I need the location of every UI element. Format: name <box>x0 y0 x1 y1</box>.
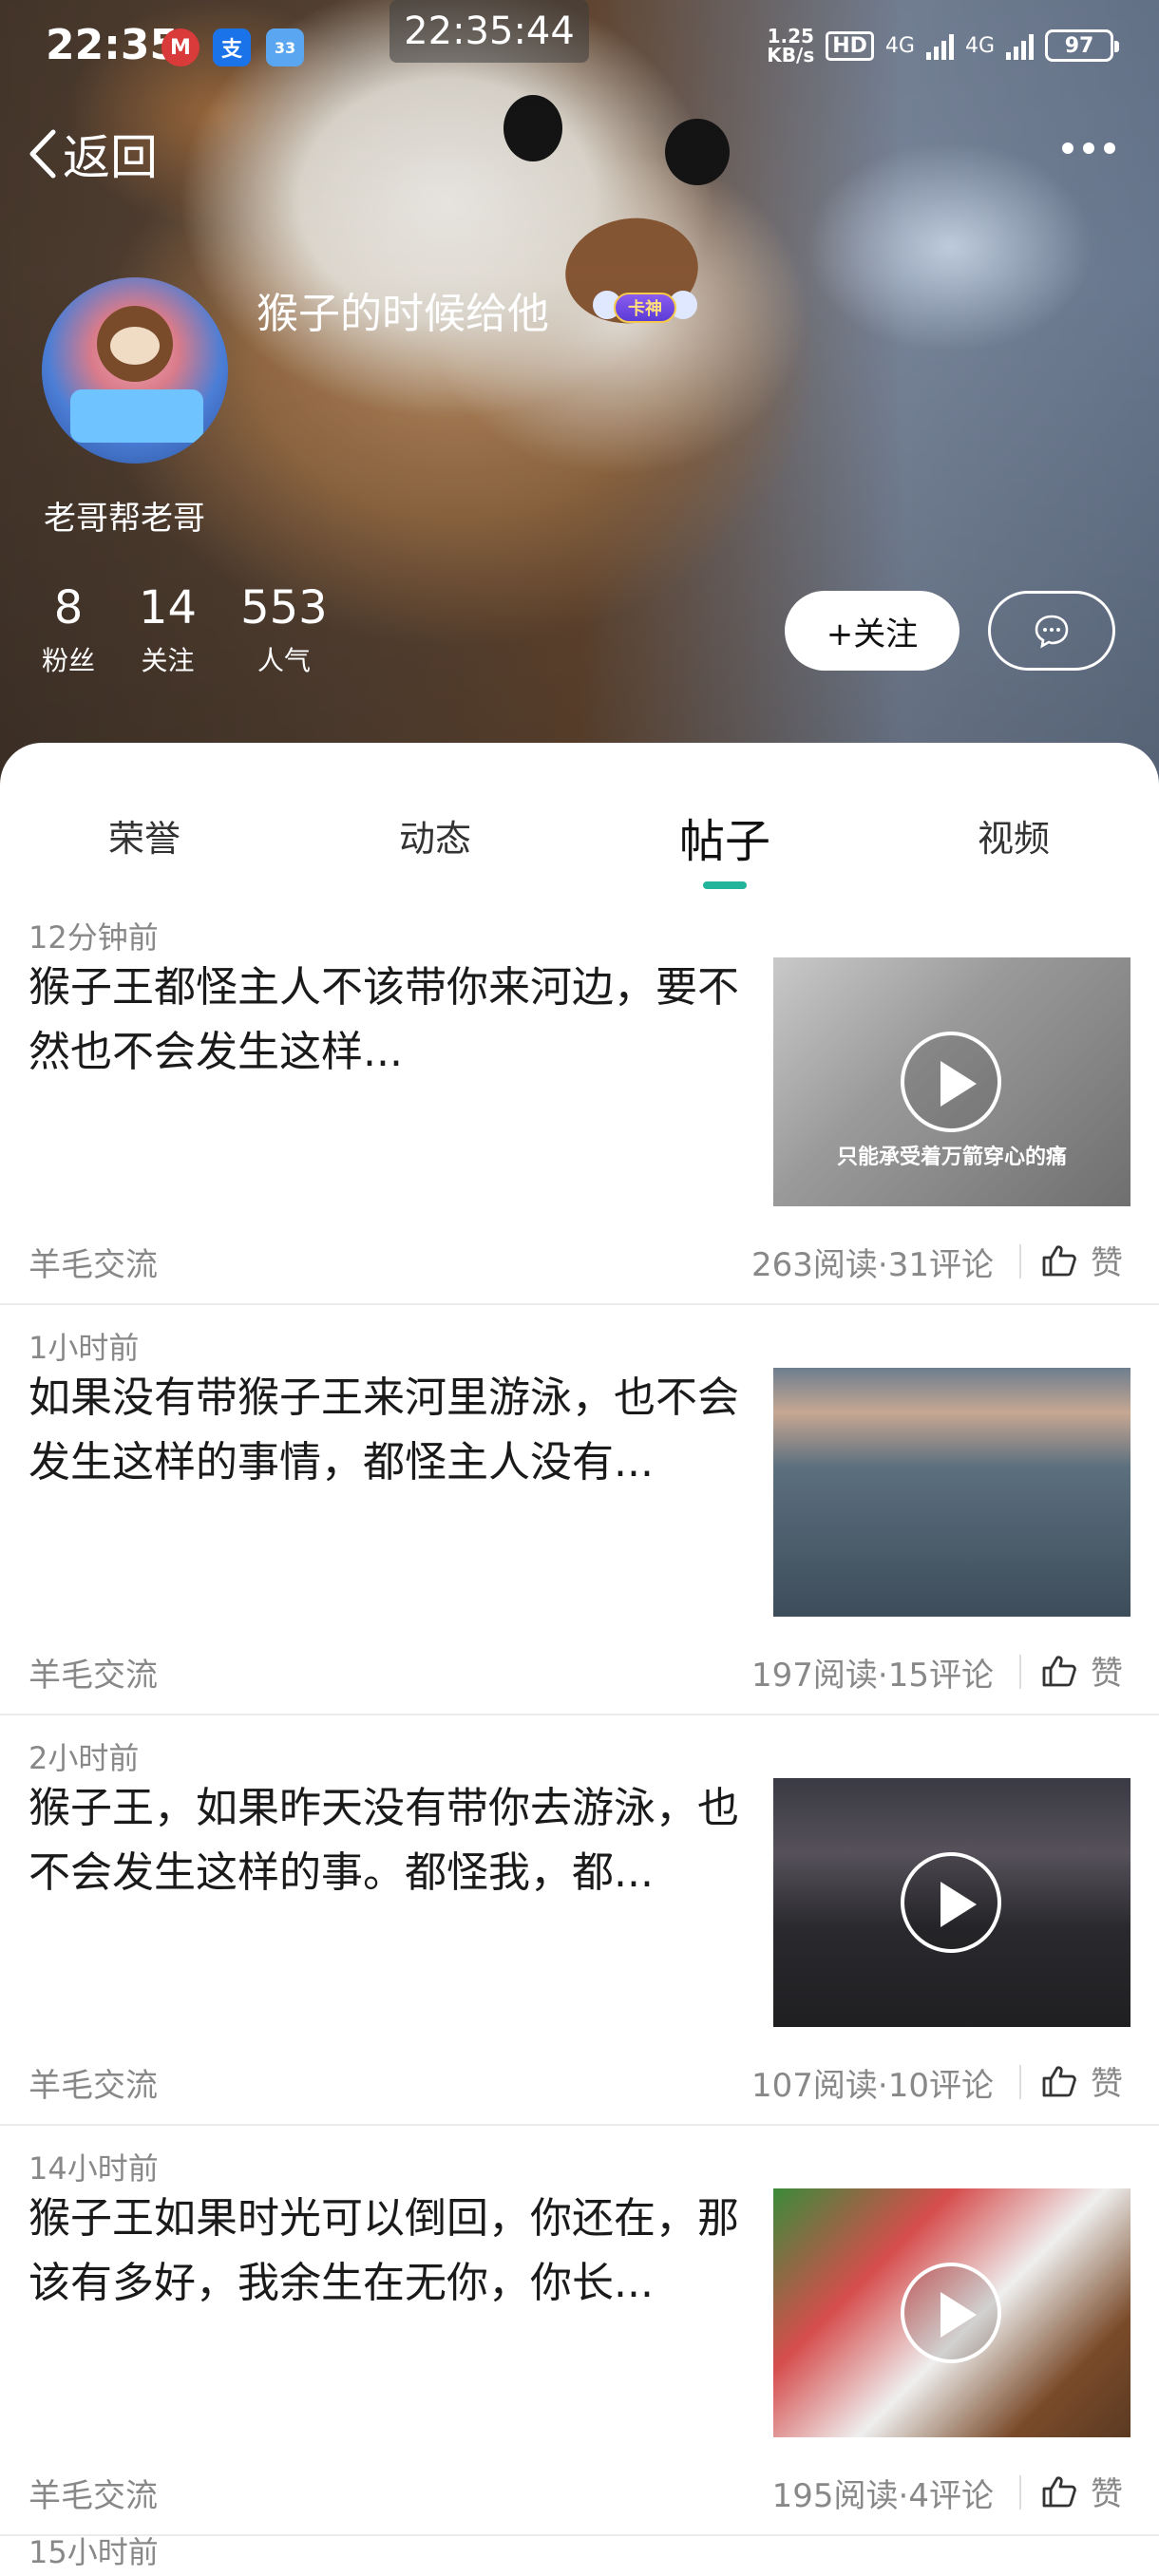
post-thumbnail[interactable]: 只能承受着万箭穿心的痛 <box>773 957 1130 1206</box>
divider <box>1019 1244 1021 1279</box>
system-indicators: 1.25 KB/s HD 4G 4G 97 <box>767 27 1119 65</box>
status-time: 22:35 <box>46 21 180 69</box>
like-button[interactable]: 赞 <box>1041 1237 1123 1283</box>
post-title[interactable]: 猴子王都怪主人不该带你来河边，要不然也不会发生这样... <box>28 956 762 1085</box>
signal-icon <box>925 31 954 60</box>
net-speed: 1.25 KB/s <box>767 27 814 65</box>
stat-value: 553 <box>240 581 328 635</box>
post-thumbnail[interactable] <box>773 1778 1130 2027</box>
post-category[interactable]: 羊毛交流 <box>28 1649 158 1695</box>
net-speed-unit: KB/s <box>767 44 815 66</box>
status-bar: 22:35 M 支 33 22:35:44 1.25 KB/s HD 4G 4G… <box>0 0 1159 95</box>
like-button[interactable]: 赞 <box>1041 2057 1123 2104</box>
post-item[interactable]: 14小时前 猴子王如果时光可以倒回，你还在，那该有多好，我余生在无你，你长...… <box>0 2126 1159 2536</box>
back-label: 返回 <box>63 130 158 185</box>
stat-label: 关注 <box>141 645 195 676</box>
username: 猴子的时候给他 <box>256 290 549 338</box>
tab-honor[interactable]: 荣誉 <box>49 809 239 862</box>
play-icon[interactable] <box>901 2263 1001 2363</box>
like-label: 赞 <box>1091 2475 1123 2513</box>
chevron-left-icon <box>29 129 56 179</box>
thumbnail-caption: 只能承受着万箭穿心的痛 <box>836 1145 1067 1169</box>
clock-overlay: 22:35:44 <box>390 0 589 63</box>
post-stats: 107阅读·10评论 <box>751 2067 994 2105</box>
weather-icon: 33 <box>266 28 304 66</box>
post-time: 12分钟前 <box>28 919 159 956</box>
post-stats: 197阅读·15评论 <box>751 1657 994 1695</box>
post-thumbnail[interactable] <box>773 1368 1130 1617</box>
alipay-icon: 支 <box>213 28 251 66</box>
more-options-icon[interactable] <box>1062 142 1115 154</box>
divider <box>1019 2065 1021 2099</box>
tab-posts[interactable]: 帖子 <box>630 804 820 870</box>
message-button[interactable] <box>988 591 1115 671</box>
post-title[interactable]: 猴子王，如果昨天没有带你去游泳，也不会发生这样的事。都怪我，都... <box>28 1776 762 1905</box>
post-stats: 263阅读·31评论 <box>751 1246 994 1284</box>
back-button[interactable]: 返回 <box>27 120 158 188</box>
post-item[interactable]: 1小时前 如果没有带猴子王来河里游泳，也不会发生这样的事情，都怪主人没有... … <box>0 1305 1159 1715</box>
post-item[interactable]: 2小时前 猴子王，如果昨天没有带你去游泳，也不会发生这样的事。都怪我，都... … <box>0 1715 1159 2126</box>
post-thumbnail[interactable] <box>773 2188 1130 2437</box>
profile-stats: 8 粉丝 14 关注 553 人气 <box>42 581 371 678</box>
stat-value: 14 <box>139 581 198 635</box>
stat-popularity: 553 人气 <box>240 581 328 678</box>
post-item[interactable]: 12分钟前 猴子王都怪主人不该带你来河边，要不然也不会发生这样... 只能承受着… <box>0 895 1159 1305</box>
thumbs-up-icon <box>1042 1244 1076 1276</box>
tab-videos[interactable]: 视频 <box>919 809 1109 862</box>
stat-label: 粉丝 <box>42 645 96 676</box>
clock-text: 22:35:44 <box>404 9 575 53</box>
post-category[interactable]: 羊毛交流 <box>28 2059 158 2106</box>
battery-icon: 97 <box>1045 29 1119 62</box>
net-speed-value: 1.25 <box>767 25 814 47</box>
hd-icon: HD <box>826 30 874 61</box>
post-time: 15小时前 <box>28 2534 159 2570</box>
like-label: 赞 <box>1091 1655 1123 1693</box>
post-time: 14小时前 <box>28 2150 159 2187</box>
post-title[interactable]: 猴子王如果时光可以倒回，你还在，那该有多好，我余生在无你，你长... <box>28 2187 762 2316</box>
active-tab-indicator <box>703 881 747 889</box>
like-button[interactable]: 赞 <box>1041 2468 1123 2514</box>
content-sheet: 荣誉 动态 帖子 视频 12分钟前 猴子王都怪主人不该带你来河边，要不然也不会发… <box>0 743 1159 2576</box>
post-title[interactable]: 如果没有带猴子王来河里游泳，也不会发生这样的事情，都怪主人没有... <box>28 1366 762 1495</box>
rank-badge-icon[interactable]: 卡神 <box>593 283 697 331</box>
battery-level: 97 <box>1064 33 1094 58</box>
profile-header: 22:35 M 支 33 22:35:44 1.25 KB/s HD 4G 4G… <box>0 0 1159 788</box>
metro-app-icon: M <box>162 28 200 66</box>
post-stats: 195阅读·4评论 <box>771 2477 994 2515</box>
stat-following[interactable]: 14 关注 <box>139 581 197 678</box>
thumbs-up-icon <box>1042 1655 1076 1686</box>
post-time: 1小时前 <box>28 1330 140 1366</box>
post-category[interactable]: 羊毛交流 <box>28 2470 158 2516</box>
divider <box>1019 1655 1021 1689</box>
post-time: 2小时前 <box>28 1740 140 1776</box>
chat-bubble-icon <box>1035 615 1069 649</box>
thumbs-up-icon <box>1042 2475 1076 2507</box>
play-icon[interactable] <box>901 1032 1001 1132</box>
follow-button[interactable]: +关注 <box>785 591 960 671</box>
avatar[interactable] <box>42 277 228 464</box>
signal-label: 4G <box>884 33 915 58</box>
profile-tagline: 老哥帮老哥 <box>44 500 205 538</box>
tab-activity[interactable]: 动态 <box>340 809 530 862</box>
divider <box>1019 2475 1021 2510</box>
play-icon[interactable] <box>901 1852 1001 1953</box>
tab-bar: 荣誉 动态 帖子 视频 <box>0 743 1159 895</box>
like-label: 赞 <box>1091 1244 1123 1282</box>
like-button[interactable]: 赞 <box>1041 1647 1123 1694</box>
signal-icon <box>1006 31 1034 60</box>
post-category[interactable]: 羊毛交流 <box>28 1239 158 1285</box>
stat-value: 8 <box>53 581 84 635</box>
stat-fans[interactable]: 8 粉丝 <box>42 581 95 678</box>
badge-text: 卡神 <box>614 293 676 323</box>
signal-label: 4G <box>964 33 995 58</box>
like-label: 赞 <box>1091 2065 1123 2103</box>
stat-label: 人气 <box>256 645 311 676</box>
thumbs-up-icon <box>1042 2065 1076 2096</box>
